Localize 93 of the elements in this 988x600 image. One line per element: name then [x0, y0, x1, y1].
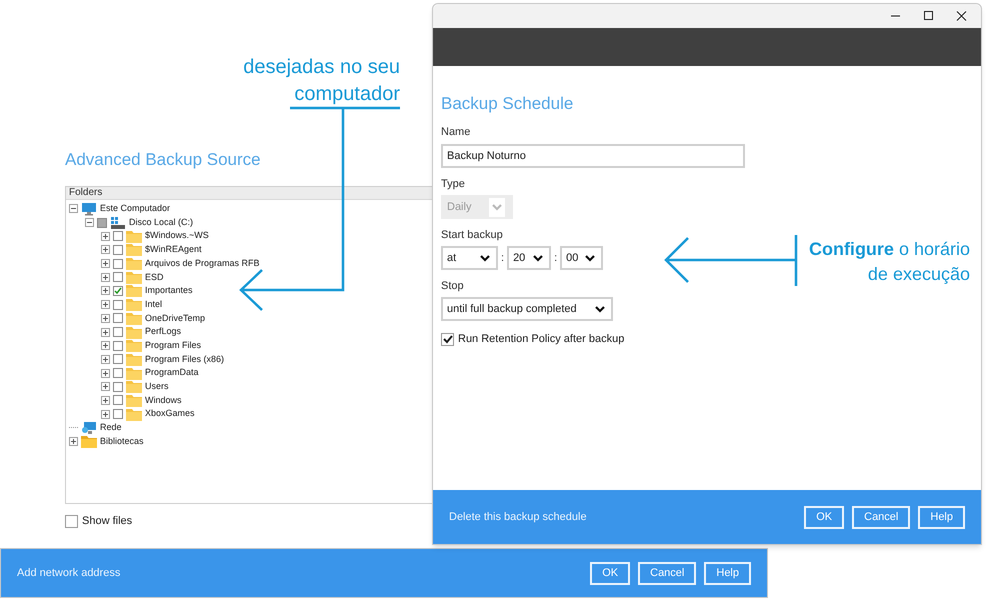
checkbox-label: Show files: [82, 514, 132, 529]
expand-icon[interactable]: [101, 232, 110, 241]
folder-icon: [126, 257, 142, 270]
folder-icon: [126, 284, 142, 298]
expand-icon[interactable]: [101, 300, 110, 310]
field-label: Name: [441, 125, 472, 140]
tree-item[interactable]: Windows: [145, 394, 182, 408]
checkbox-label: Run Retention Policy after backup: [458, 332, 624, 347]
section-title: Advanced Backup Source: [65, 149, 262, 171]
checkbox[interactable]: [113, 231, 123, 242]
expand-icon[interactable]: [101, 286, 110, 296]
checkbox[interactable]: [113, 340, 123, 351]
monitor-icon: [81, 202, 97, 216]
tree-item[interactable]: Bibliotecas: [100, 434, 144, 448]
tree-item[interactable]: Disco Local (C:): [129, 216, 194, 230]
expand-icon[interactable]: [101, 328, 110, 337]
checkbox[interactable]: [113, 300, 123, 310]
dropdown[interactable]: at: [441, 246, 498, 270]
expand-icon[interactable]: [101, 396, 110, 405]
checkbox[interactable]: [113, 368, 123, 378]
tree-item[interactable]: XboxGames: [145, 407, 195, 421]
chevron-down-icon: [533, 254, 544, 262]
close-icon[interactable]: [956, 11, 967, 21]
checkbox[interactable]: [65, 514, 78, 528]
annotation-text: Configure o horário de execução: [808, 238, 970, 286]
tree-item[interactable]: ProgramData: [145, 366, 199, 380]
checkbox[interactable]: [113, 244, 123, 255]
checkbox[interactable]: [113, 286, 123, 296]
chevron-down-icon: [585, 254, 596, 262]
checkbox[interactable]: [113, 395, 123, 406]
dialog-title: Backup Schedule: [441, 93, 574, 115]
dropdown[interactable]: until full backup completed: [441, 297, 613, 321]
expand-icon[interactable]: [101, 314, 110, 323]
expand-icon[interactable]: [101, 354, 110, 364]
expand-icon[interactable]: [101, 272, 110, 282]
folder-icon: [81, 435, 97, 448]
checkbox[interactable]: [113, 327, 123, 338]
tree-item[interactable]: Este Computador: [100, 202, 170, 216]
folder-icon: [126, 298, 142, 312]
collapse-icon[interactable]: [85, 218, 94, 228]
folder-icon: [126, 270, 142, 284]
folder-icon: [126, 352, 142, 366]
expand-icon[interactable]: [69, 437, 78, 446]
checkbox[interactable]: [113, 272, 123, 282]
checkbox[interactable]: [113, 409, 123, 420]
folder-icon: [126, 243, 142, 256]
tree-item[interactable]: Users: [145, 380, 169, 394]
expand-icon[interactable]: [101, 259, 110, 268]
network-icon: [81, 420, 97, 435]
tree-item[interactable]: $Windows.~WS: [145, 229, 209, 243]
expand-icon[interactable]: [101, 245, 110, 254]
folder-icon: [126, 408, 142, 421]
expand-icon[interactable]: [101, 382, 110, 392]
checkbox[interactable]: [113, 382, 123, 392]
checkbox[interactable]: [113, 258, 123, 269]
tree-item[interactable]: Arquivos de Programas RFB: [145, 256, 260, 270]
tree-item[interactable]: Program Files: [145, 338, 202, 352]
chevron-down-icon: [480, 254, 490, 262]
annotation-text: desejadas no seu computador: [243, 55, 400, 107]
tree-item[interactable]: ESD: [145, 270, 164, 284]
tree-item[interactable]: $WinREAgent: [145, 243, 202, 257]
folder-icon: [126, 380, 142, 394]
tree-item[interactable]: Intel: [145, 298, 162, 312]
dropdown[interactable]: 00: [560, 246, 604, 270]
folder-icon: [126, 230, 142, 243]
tree-item[interactable]: Rede: [100, 421, 122, 435]
collapse-icon[interactable]: [69, 204, 78, 214]
field-label: Start backup: [441, 228, 504, 243]
tree-item[interactable]: Program Files (x86): [145, 352, 224, 366]
time-separator: :: [500, 250, 506, 266]
field-label: Stop: [441, 279, 465, 294]
tree-item[interactable]: Importantes: [145, 284, 193, 298]
expand-icon[interactable]: [101, 341, 110, 350]
folder-icon: [126, 326, 142, 339]
dropdown[interactable]: 20: [507, 246, 552, 270]
drive-icon: [110, 216, 126, 230]
tree-item[interactable]: OneDriveTemp: [145, 312, 206, 326]
expand-icon[interactable]: [101, 410, 110, 419]
field-label: Type: [441, 177, 466, 192]
chevron-down-icon: [489, 198, 505, 216]
folder-icon: [126, 366, 142, 380]
checkbox[interactable]: [113, 313, 123, 324]
checkbox[interactable]: [441, 332, 454, 346]
chevron-down-icon: [595, 306, 605, 312]
folder-icon: [126, 339, 142, 352]
folder-icon: [126, 394, 142, 407]
maximize-icon[interactable]: [923, 11, 934, 21]
input-field[interactable]: Backup Noturno: [441, 144, 745, 168]
expand-icon[interactable]: [101, 368, 110, 378]
checkbox[interactable]: [113, 354, 123, 364]
tree-item[interactable]: PerfLogs: [145, 325, 182, 339]
folder-icon: [126, 312, 142, 325]
time-separator: :: [553, 250, 558, 266]
